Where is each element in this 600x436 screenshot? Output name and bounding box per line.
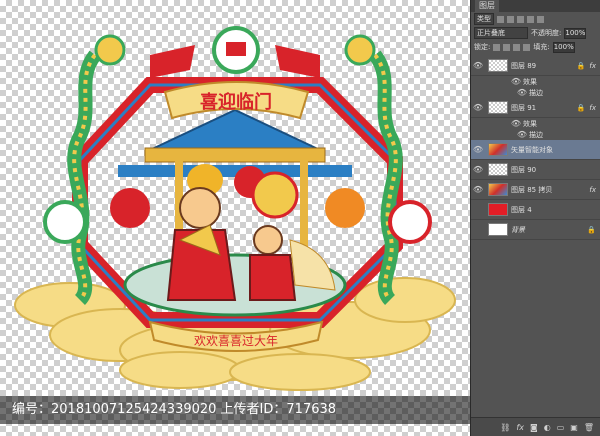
layer-thumbnail (488, 59, 508, 72)
eye-icon[interactable]: 👁 (509, 77, 523, 86)
lion-dancer-figure (249, 171, 336, 301)
trash-icon[interactable]: 🗑 (584, 423, 594, 432)
group-icon[interactable]: ▭ (557, 423, 565, 432)
adjustment-icon[interactable]: ◐ (544, 423, 551, 432)
stroke-effect-row[interactable]: 👁 描边 (471, 87, 600, 98)
effects-label: 效果 (523, 77, 537, 86)
blend-mode-select[interactable]: 正片叠底 (474, 27, 528, 39)
layer-thumbnail (488, 183, 508, 196)
layers-footer: ⛓ fx ◙ ◐ ▭ ▣ 🗑 (471, 417, 600, 436)
lock-icon: 🔒 (587, 225, 596, 234)
layer-thumbnail (488, 203, 508, 216)
stroke-effect-row[interactable]: 👁 描边 (471, 129, 600, 140)
eye-icon[interactable]: 👁 (471, 185, 485, 194)
new-layer-icon[interactable]: ▣ (570, 423, 578, 432)
eye-icon[interactable]: 👁 (471, 61, 485, 70)
filter-row: 类型 (471, 12, 600, 26)
lock-row: 锁定: 填充: 100% (471, 40, 600, 54)
banner-text: 喜迎临门 (200, 91, 272, 113)
layer-row-selected[interactable]: 👁 矢量智能对象 (471, 140, 600, 160)
eye-icon[interactable]: 👁 (515, 130, 529, 139)
adjustment-filter-icon[interactable] (507, 15, 514, 23)
pixel-filter-icon[interactable] (497, 15, 504, 23)
smart-object-thumbnail (488, 143, 508, 156)
shape-filter-icon[interactable] (527, 15, 534, 23)
layer-thumbnail (488, 163, 508, 176)
effects-row[interactable]: 👁 效果 (471, 76, 600, 87)
layer-name: 图层 4 (511, 205, 532, 214)
fx-icon[interactable]: fx (589, 104, 596, 112)
layers-panel: 图层 类型 正片叠底 不透明度: 100% 锁定: 填充: 100% 👁 图层 … (470, 0, 600, 436)
layer-name: 图层 91 (511, 103, 537, 112)
fx-icon[interactable]: fx (589, 186, 596, 194)
tab-layers[interactable]: 图层 (475, 0, 499, 12)
lock-icon: 🔒 (576, 61, 586, 70)
effects-label: 效果 (523, 119, 537, 128)
eye-icon[interactable]: 👁 (471, 103, 485, 112)
layers-list: 👁 图层 89 🔒 fx 👁 效果 👁 描边 👁 图层 91 🔒 fx 👁 效果… (471, 56, 600, 240)
blend-row: 正片叠底 不透明度: 100% (471, 26, 600, 40)
smart-filter-icon[interactable] (537, 15, 544, 23)
eye-icon[interactable]: 👁 (471, 165, 485, 174)
fx-icon[interactable]: fx (589, 62, 596, 70)
layer-name: 图层 89 (511, 61, 537, 70)
layer-name: 图层 85 拷贝 (511, 185, 553, 194)
link-icon[interactable]: ⛓ (500, 423, 510, 432)
document-canvas[interactable]: 喜迎临门 欢欢喜喜过大年 编号：20181007125424339020 上传者… (0, 0, 470, 436)
layer-filter-select[interactable]: 类型 (474, 13, 494, 25)
new-year-illustration: 喜迎临门 欢欢喜喜过大年 (14, 26, 456, 391)
layer-thumbnail (488, 101, 508, 114)
eye-icon[interactable]: 👁 (515, 88, 529, 97)
lock-image-icon[interactable] (503, 43, 511, 51)
opacity-input[interactable]: 100% (564, 27, 587, 39)
layer-name: 背景 (511, 225, 525, 234)
ribbon-text: 欢欢喜喜过大年 (194, 333, 278, 348)
layer-row[interactable]: 👁 图层 91 🔒 fx (471, 98, 600, 118)
stroke-label: 描边 (529, 130, 543, 139)
mask-icon[interactable]: ◙ (530, 423, 538, 432)
fill-label: 填充: (533, 43, 550, 51)
layer-name: 图层 90 (511, 165, 537, 174)
layer-row[interactable]: 图层 4 (471, 200, 600, 220)
lock-all-icon[interactable] (523, 43, 531, 51)
opacity-label: 不透明度: (531, 29, 562, 37)
layer-row-background[interactable]: 背景 🔒 (471, 220, 600, 240)
layer-name: 矢量智能对象 (511, 145, 553, 154)
lock-position-icon[interactable] (513, 43, 521, 51)
watermark-bar: 编号：20181007125424339020 上传者ID：717638 (0, 396, 470, 424)
layer-row[interactable]: 👁 图层 85 拷贝 fx (471, 180, 600, 200)
layer-row[interactable]: 👁 图层 89 🔒 fx (471, 56, 600, 76)
lock-transparent-icon[interactable] (493, 43, 501, 51)
eye-icon[interactable]: 👁 (471, 145, 485, 154)
lock-icon: 🔒 (576, 103, 586, 112)
fx-icon[interactable]: fx (516, 423, 524, 432)
type-filter-icon[interactable] (517, 15, 524, 23)
lock-label: 锁定: (474, 43, 491, 51)
layer-thumbnail (488, 223, 508, 236)
eye-icon[interactable]: 👁 (509, 119, 523, 128)
fill-input[interactable]: 100% (552, 41, 575, 53)
effects-row[interactable]: 👁 效果 (471, 118, 600, 129)
panel-tab-bar: 图层 (471, 0, 600, 12)
layer-row[interactable]: 👁 图层 90 (471, 160, 600, 180)
stroke-label: 描边 (529, 88, 543, 97)
